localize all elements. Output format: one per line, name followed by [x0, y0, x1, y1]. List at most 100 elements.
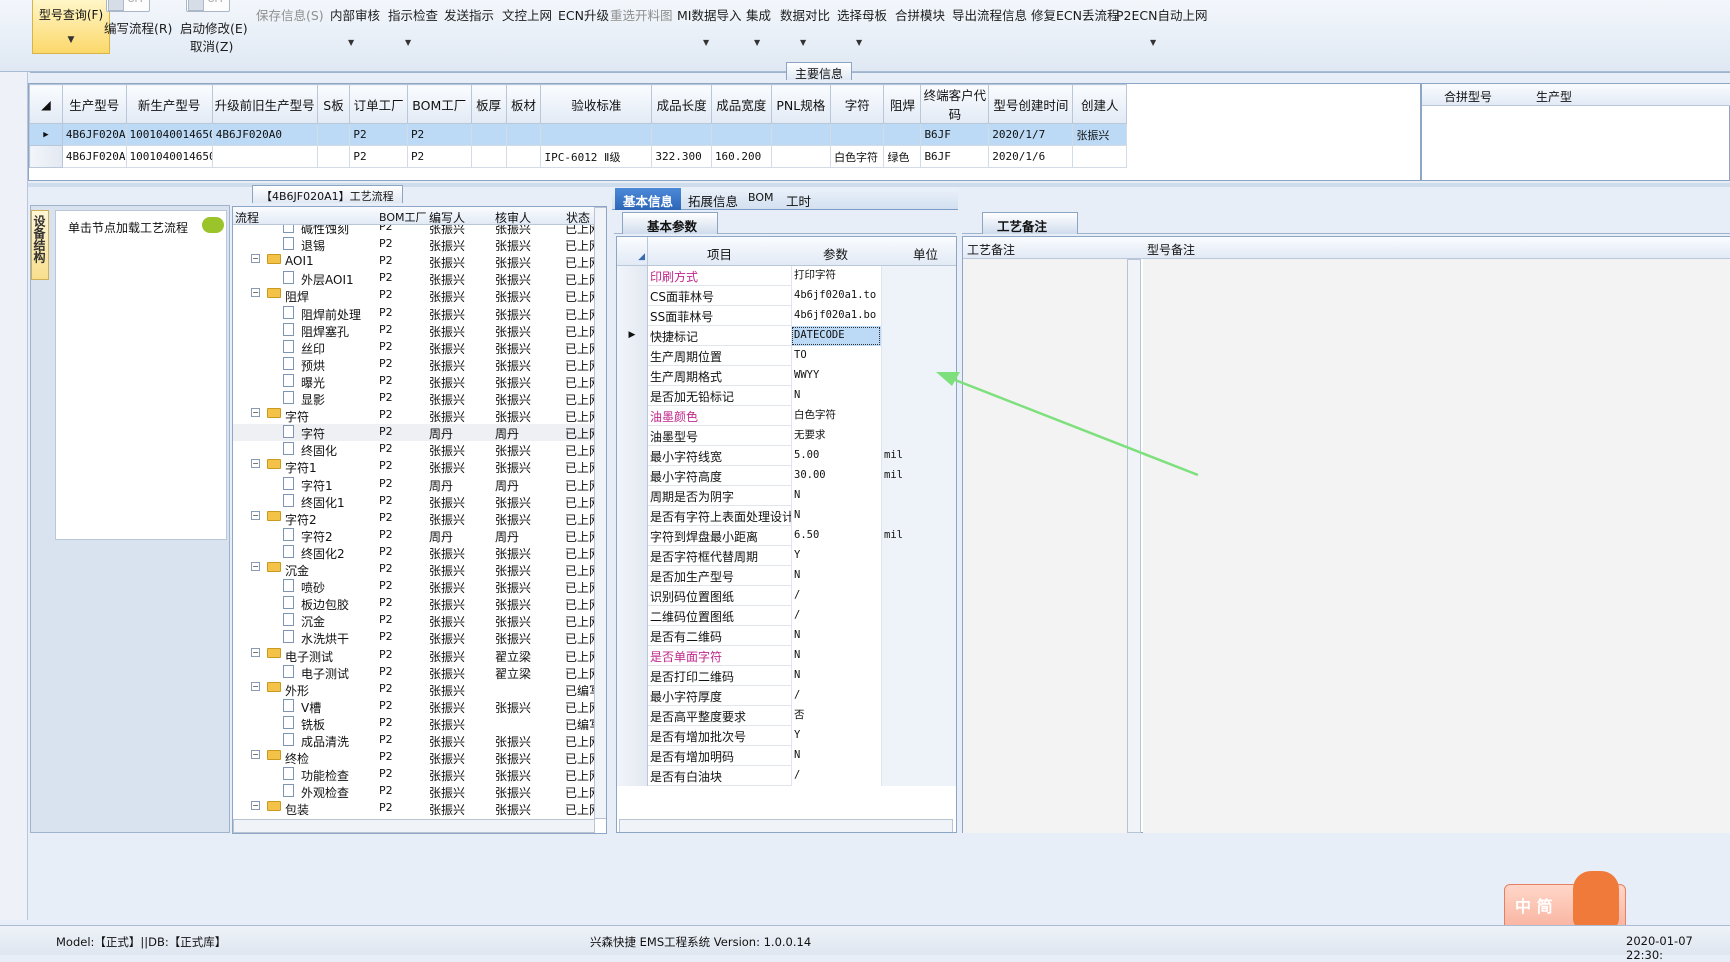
row-header[interactable]: [617, 506, 648, 526]
main-col-header[interactable]: BOM工厂: [406, 84, 472, 124]
tab-process-notes[interactable]: 工艺备注: [982, 212, 1078, 234]
param-row[interactable]: 是否打印二维码 N: [617, 666, 956, 686]
main-col-header[interactable]: 生产型号: [61, 84, 127, 124]
param-row[interactable]: 是否有增加批次号 Y: [617, 726, 956, 746]
flow-tree-node[interactable]: − 终检 P2 张振兴 张振兴 已上网: [233, 749, 595, 766]
param-row[interactable]: 是否单面字符 N: [617, 646, 956, 666]
select-mother-board-button[interactable]: 选择母板: [837, 5, 887, 24]
param-row[interactable]: 油墨型号 无要求: [617, 426, 956, 446]
chevron-down-icon[interactable]: ▼: [856, 38, 862, 47]
main-col-header[interactable]: 成品宽度: [710, 84, 772, 124]
row-header[interactable]: [617, 726, 648, 746]
tab-bom[interactable]: BOM: [740, 188, 782, 210]
table-cell[interactable]: 白色字符: [830, 145, 885, 168]
param-row[interactable]: ▶ 快捷标记 DATECODE: [617, 326, 956, 346]
flow-tree-node[interactable]: 丝印 P2 张振兴 张振兴 已上网: [233, 339, 595, 356]
main-col-header[interactable]: 升级前旧生产型号: [211, 84, 318, 124]
table-cell[interactable]: P2: [349, 123, 408, 146]
tab-basic-params[interactable]: 基本参数: [622, 212, 718, 234]
table-cell[interactable]: 绿色: [883, 145, 922, 168]
flow-tree-node[interactable]: − 电子测试 P2 张振兴 翟立梁 已上网: [233, 647, 595, 664]
row-header[interactable]: [617, 366, 648, 386]
flow-tree-node[interactable]: − 字符1 P2 张振兴 张振兴 已上网: [233, 458, 595, 475]
flow-tree-node[interactable]: 沉金 P2 张振兴 张振兴 已上网: [233, 612, 595, 629]
data-compare-button[interactable]: 数据对比: [780, 5, 830, 24]
param-value[interactable]: 无要求: [791, 426, 881, 446]
row-header[interactable]: ▶: [29, 123, 63, 146]
chevron-down-icon[interactable]: ▼: [1150, 38, 1156, 47]
param-row[interactable]: 是否有二维码 N: [617, 626, 956, 646]
param-value[interactable]: N: [791, 486, 881, 506]
table-cell[interactable]: [830, 123, 885, 146]
collapse-icon[interactable]: −: [251, 288, 260, 298]
table-cell[interactable]: 张振兴: [1072, 123, 1127, 146]
param-row[interactable]: 是否有增加明码 N: [617, 746, 956, 766]
param-value[interactable]: /: [791, 606, 881, 626]
collapse-icon[interactable]: −: [251, 801, 260, 811]
table-cell[interactable]: [770, 145, 832, 168]
row-header[interactable]: [617, 566, 648, 586]
flow-tree-node[interactable]: V槽 P2 张振兴 张振兴 已上网: [233, 698, 595, 715]
flow-vscrollbar[interactable]: [594, 207, 606, 819]
param-value[interactable]: 4b6jf020a1.bo: [791, 306, 881, 326]
param-value[interactable]: WWYY: [791, 366, 881, 386]
flow-tree-node[interactable]: − AOI1 P2 张振兴 张振兴 已上网: [233, 253, 595, 270]
mi-import-button[interactable]: MI数据导入: [677, 5, 741, 24]
flow-tree-node[interactable]: − 字符 P2 张振兴 张振兴 已上网: [233, 407, 595, 424]
main-col-header[interactable]: 创建人: [1072, 84, 1127, 124]
table-cell[interactable]: 4B6JF020A0: [211, 123, 318, 146]
table-cell[interactable]: 4B6JF020A0: [61, 145, 127, 168]
flow-tree-node[interactable]: 电子测试 P2 张振兴 翟立梁 已上网: [233, 664, 595, 681]
row-header[interactable]: [617, 606, 648, 626]
collapse-icon[interactable]: −: [251, 254, 260, 264]
row-header[interactable]: [617, 586, 648, 606]
flow-tree-node[interactable]: 退锡 P2 张振兴 张振兴 已上网: [233, 236, 595, 253]
row-header[interactable]: [617, 646, 648, 666]
flow-hscrollbar[interactable]: [233, 819, 595, 833]
table-cell[interactable]: P2: [349, 145, 408, 168]
param-value[interactable]: /: [791, 586, 881, 606]
collapse-icon[interactable]: −: [251, 681, 260, 691]
flow-tree-node[interactable]: 外层AOI1 P2 张振兴 张振兴 已上网: [233, 270, 595, 287]
main-col-header[interactable]: 验收标准: [540, 84, 653, 124]
flow-tree-node[interactable]: 显影 P2 张振兴 张振兴 已上网: [233, 390, 595, 407]
tab-basic-info[interactable]: 基本信息: [615, 188, 682, 210]
table-cell[interactable]: B6JF: [920, 123, 990, 146]
model-query-button[interactable]: 型号查询(F) ▼: [32, 0, 110, 54]
collapse-icon[interactable]: −: [251, 750, 260, 760]
flow-tree-node[interactable]: 成品清洗 P2 张振兴 张振兴 已上网: [233, 732, 595, 749]
table-row[interactable]: ▶4B6JF020A1100104001465024B6JF020A0 P2P2 B…: [29, 123, 1127, 146]
main-col-header[interactable]: 字符: [830, 84, 885, 124]
param-row[interactable]: 字符到焊盘最小距离 6.50 mil: [617, 526, 956, 546]
table-cell[interactable]: 160.200: [710, 145, 772, 168]
param-row[interactable]: 印刷方式 打印字符: [617, 266, 956, 286]
table-cell[interactable]: [316, 123, 351, 146]
flow-tree-node[interactable]: 曝光 P2 张振兴 张振兴 已上网: [233, 373, 595, 390]
param-value[interactable]: /: [791, 766, 881, 786]
param-value[interactable]: 4b6jf020a1.to: [791, 286, 881, 306]
row-header[interactable]: [617, 426, 648, 446]
start-modify-toggle[interactable]: OFF: [186, 0, 230, 12]
start-modify-button[interactable]: 启动修改(E): [180, 18, 248, 37]
table-cell[interactable]: [505, 145, 542, 168]
main-col-header[interactable]: 终端客户代码: [920, 84, 990, 124]
row-header[interactable]: [617, 346, 648, 366]
param-value[interactable]: 5.00: [791, 446, 881, 466]
flow-tree-node[interactable]: 阻焊前处理 P2 张振兴 张振兴 已上网: [233, 305, 595, 322]
table-cell[interactable]: [470, 145, 507, 168]
row-header[interactable]: ▶: [617, 326, 648, 346]
main-col-header[interactable]: S板: [316, 84, 351, 124]
table-cell[interactable]: [316, 145, 351, 168]
param-row[interactable]: 是否高平整度要求 否: [617, 706, 956, 726]
main-col-header[interactable]: 成品长度: [651, 84, 712, 124]
row-header[interactable]: [617, 306, 648, 326]
main-col-header[interactable]: 型号创建时间: [988, 84, 1074, 124]
param-row[interactable]: 二维码位置图纸 /: [617, 606, 956, 626]
row-header[interactable]: [29, 145, 63, 168]
chevron-down-icon[interactable]: ▼: [405, 38, 411, 47]
param-row[interactable]: 是否有字符上表面处理设计 N: [617, 506, 956, 526]
param-row[interactable]: 识别码位置图纸 /: [617, 586, 956, 606]
param-value[interactable]: DATECODE: [791, 326, 881, 346]
row-header[interactable]: [617, 626, 648, 646]
doc-control-online-button[interactable]: 文控上网: [502, 5, 552, 24]
